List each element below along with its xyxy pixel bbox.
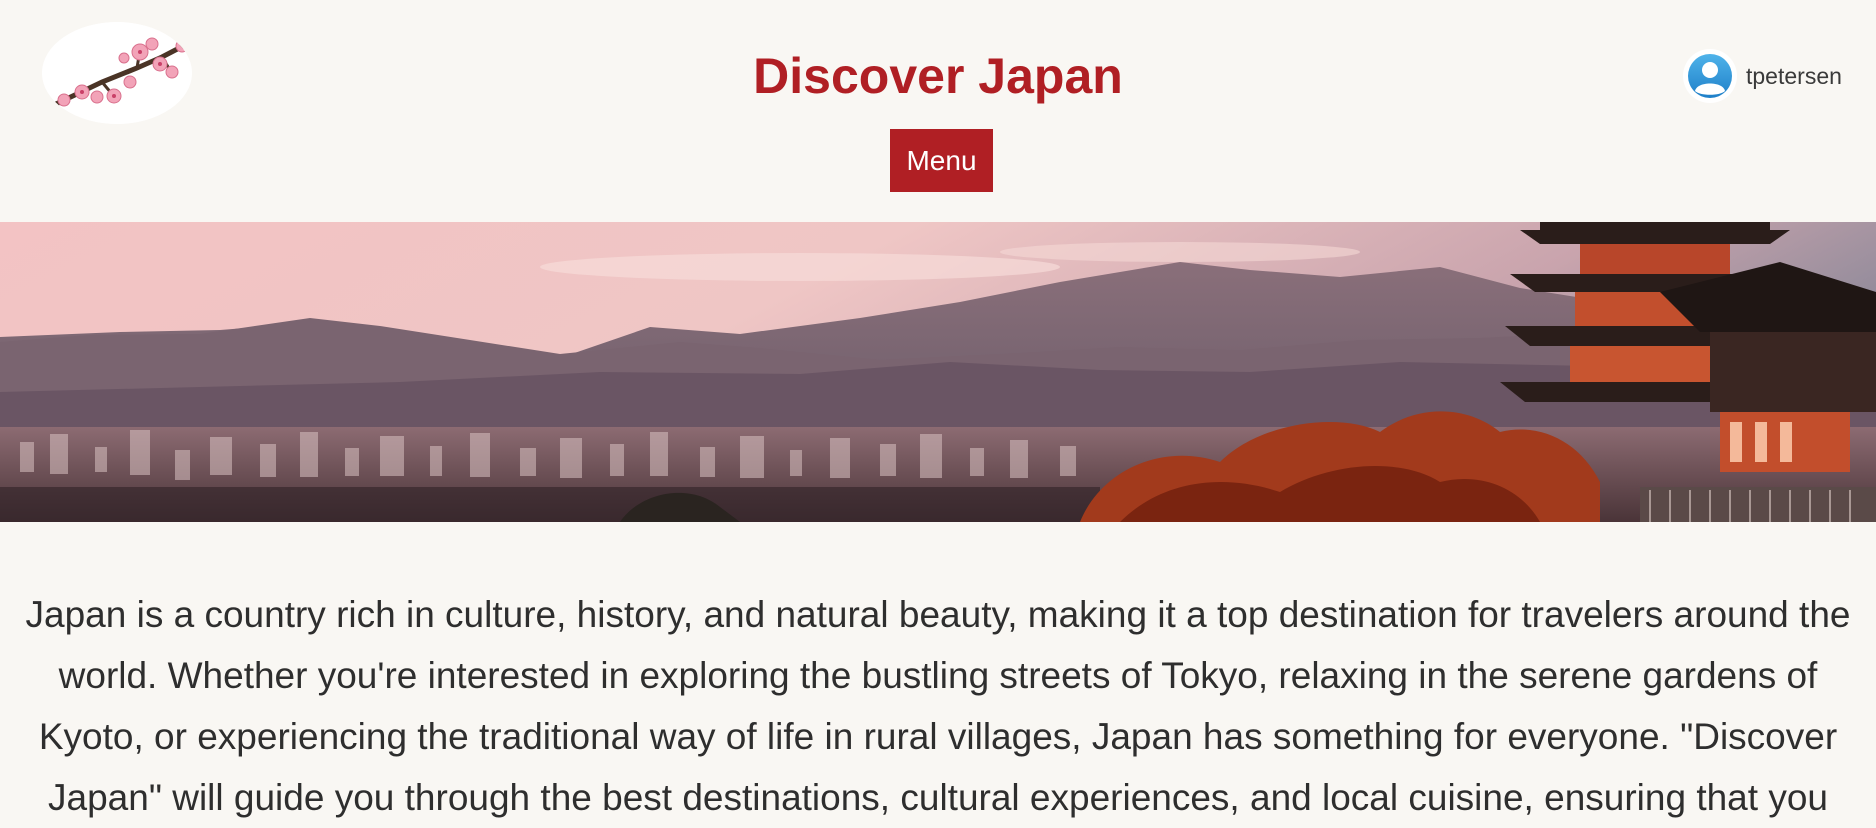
user-avatar-icon[interactable]: [1683, 49, 1737, 103]
page-title: Discover Japan: [753, 48, 1123, 104]
menu-button[interactable]: Menu: [890, 129, 993, 192]
username[interactable]: tpetersen: [1746, 63, 1842, 90]
hero-banner-image: [0, 222, 1876, 522]
user-profile[interactable]: tpetersen: [1683, 48, 1842, 104]
intro-paragraph: Japan is a country rich in culture, hist…: [25, 594, 1851, 818]
site-header: Discover Japan Menu tpetersen: [0, 0, 1876, 222]
